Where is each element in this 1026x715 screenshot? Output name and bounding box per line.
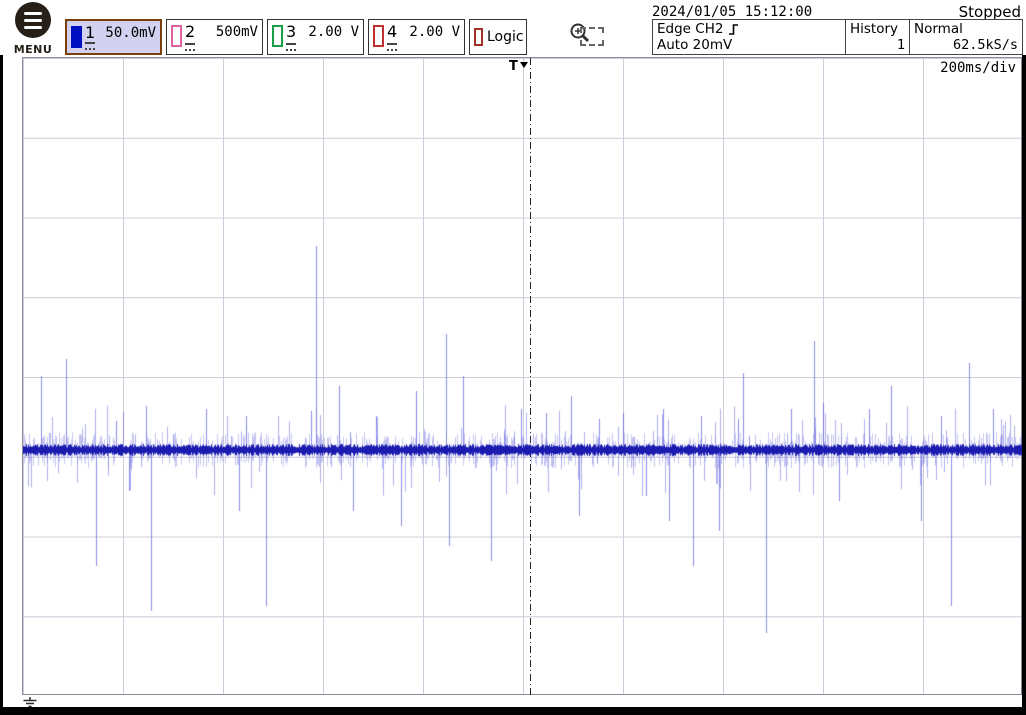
acquisition-mode-box[interactable]: Normal 62.5kS/s <box>909 19 1023 55</box>
screen-bottom-edge <box>0 707 1026 715</box>
channel-number: 1 <box>85 24 95 42</box>
channel-3-color-swatch <box>272 25 283 47</box>
zoom-region-icon <box>580 27 604 46</box>
trigger-marker-label: T <box>509 59 518 74</box>
menu-label: MENU <box>14 43 53 56</box>
info-boxes: Edge CH2 Auto 20mV History 1 Normal 62.5… <box>652 19 1023 55</box>
oscilloscope-screen: MENU 1 50.0mV 2 500mV 3 2.00 V 4 2.00 V Logic 20… <box>0 0 1026 715</box>
channel-scale-value: 2.00 V <box>409 24 460 40</box>
logic-box[interactable]: Logic <box>469 19 527 55</box>
channel-1-box[interactable]: 1 50.0mV <box>65 19 162 55</box>
channel-4-color-swatch <box>373 25 384 47</box>
coupling-icon <box>185 43 195 51</box>
channel-scale-value: 50.0mV <box>105 25 156 41</box>
trigger-marker-arrow-icon <box>520 62 528 68</box>
history-value: 1 <box>850 37 905 53</box>
history-label: History <box>850 21 898 37</box>
trigger-type-source: Edge CH2 <box>657 21 723 37</box>
datetime-display: 2024/01/05 15:12:00 <box>652 4 812 20</box>
channel-scale-value: 2.00 V <box>308 24 359 40</box>
channel-number: 3 <box>286 23 296 41</box>
channel-4-box[interactable]: 4 2.00 V <box>368 19 465 55</box>
channel-1-color-swatch <box>71 26 82 48</box>
channel-2-color-swatch <box>171 25 182 47</box>
channel-number: 4 <box>387 23 397 41</box>
coupling-icon <box>286 43 296 51</box>
timebase-readout: 200ms/div <box>940 60 1016 76</box>
coupling-icon <box>85 42 95 50</box>
channel-2-box[interactable]: 2 500mV <box>166 19 263 55</box>
waveform-display-area: T 200ms/div <box>22 57 1022 695</box>
channel-number: 2 <box>185 23 195 41</box>
acquisition-mode-label: Normal <box>914 21 963 37</box>
trigger-position-marker[interactable]: T <box>509 59 528 74</box>
trigger-settings-box[interactable]: Edge CH2 Auto 20mV <box>652 19 846 55</box>
channel-scale-value: 500mV <box>216 24 258 40</box>
waveform-canvas <box>23 58 1023 696</box>
logic-color-swatch <box>474 28 483 46</box>
zoom-search-button[interactable] <box>568 21 606 53</box>
hamburger-icon <box>15 2 51 38</box>
top-bar: MENU 1 50.0mV 2 500mV 3 2.00 V 4 2.00 V Logic 20… <box>0 0 1026 55</box>
history-box[interactable]: History 1 <box>845 19 910 55</box>
screen-right-edge <box>1022 55 1026 715</box>
rising-edge-icon <box>728 23 739 36</box>
screen-left-edge <box>0 55 3 715</box>
trigger-mode-level: Auto 20mV <box>657 37 841 53</box>
channel-boxes: 1 50.0mV 2 500mV 3 2.00 V 4 2.00 V Logic <box>65 19 527 55</box>
menu-button[interactable]: MENU <box>11 2 55 57</box>
logic-label: Logic <box>487 29 524 45</box>
coupling-icon <box>387 43 397 51</box>
sample-rate-value: 62.5kS/s <box>914 37 1018 53</box>
channel-3-box[interactable]: 3 2.00 V <box>267 19 364 55</box>
